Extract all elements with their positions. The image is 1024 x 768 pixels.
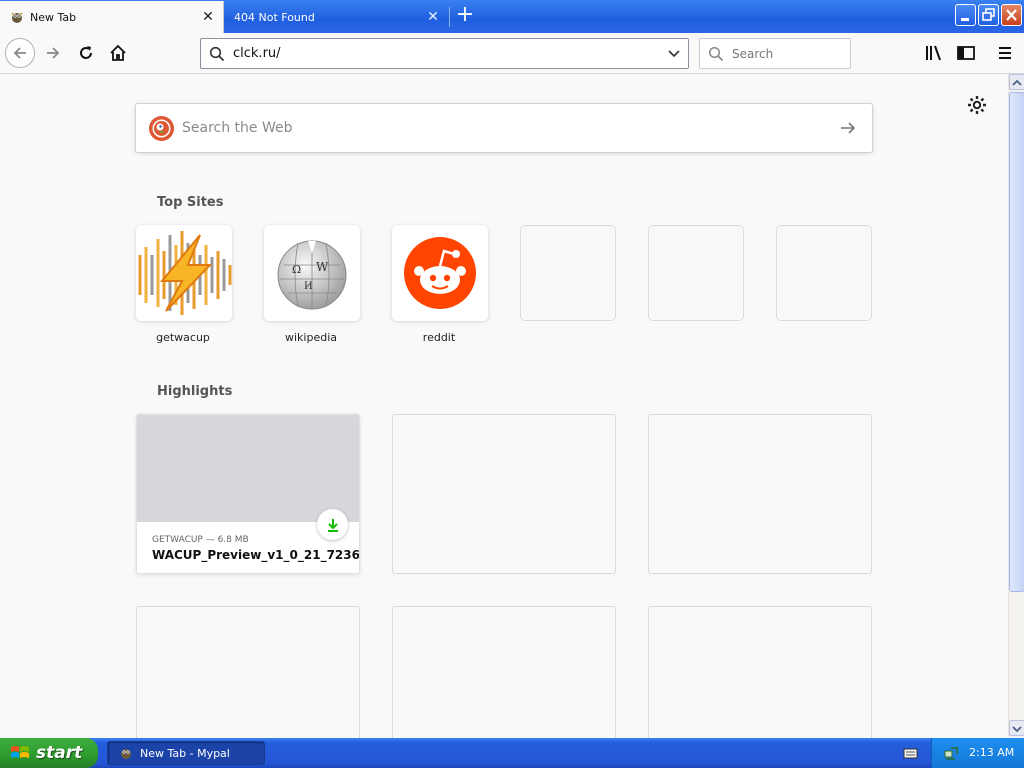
clock: 2:13 AM (969, 746, 1015, 759)
highlight-placeholder (136, 606, 360, 738)
highlight-placeholder (648, 414, 872, 574)
address-input[interactable]: clck.ru/ (233, 46, 281, 61)
new-tab-page: Search the Web Top Sites Ω W И getwacup … (0, 74, 1008, 738)
top-site-empty[interactable] (648, 225, 744, 321)
highlight-placeholder (392, 606, 616, 738)
network-icon[interactable] (943, 745, 959, 761)
download-badge (317, 509, 348, 540)
getwacup-logo (138, 231, 232, 315)
web-search-box[interactable]: Search the Web (135, 103, 873, 153)
system-tray: 2:13 AM (931, 738, 1024, 768)
sidebar-icon[interactable] (956, 43, 976, 63)
svg-text:W: W (316, 260, 329, 274)
taskbar-item-label: New Tab - Mypal (140, 746, 230, 760)
duckduckgo-icon (149, 116, 174, 141)
gear-icon[interactable] (966, 94, 988, 116)
tab-close-icon[interactable]: ✕ (426, 10, 440, 24)
reload-button[interactable] (72, 39, 100, 67)
download-icon (327, 518, 338, 532)
scroll-up-button[interactable] (1009, 74, 1024, 90)
arrow-right-icon[interactable] (838, 118, 858, 138)
reddit-logo (404, 237, 476, 309)
top-site-label: reddit (422, 331, 456, 344)
mypal-icon (121, 749, 131, 759)
tab-new-tab[interactable]: New Tab ✕ (0, 1, 224, 33)
search-input[interactable]: Search (732, 47, 773, 61)
chevron-down-icon[interactable] (666, 45, 682, 61)
tab-separator (449, 7, 450, 27)
tab-label: 404 Not Found (234, 10, 315, 24)
svg-text:И: И (304, 281, 313, 292)
keyboard-icon[interactable] (903, 746, 918, 760)
search-bar[interactable]: Search (699, 38, 851, 69)
top-site-label: getwacup (156, 331, 210, 344)
arrow-down-icon (1012, 726, 1022, 733)
highlight-thumbnail (137, 415, 359, 522)
top-site-empty[interactable] (520, 225, 616, 321)
top-site-reddit[interactable] (392, 225, 488, 321)
mypal-icon (9, 9, 25, 25)
start-button[interactable]: start (0, 738, 98, 768)
minimize-button[interactable] (955, 4, 976, 26)
start-label: start (36, 743, 83, 763)
reload-icon (80, 46, 92, 59)
navigation-toolbar: clck.ru/ Search (0, 33, 1024, 74)
vertical-scrollbar[interactable] (1008, 74, 1024, 738)
restore-button[interactable] (978, 4, 999, 26)
scroll-thumb[interactable] (1009, 92, 1024, 592)
top-site-wikipedia[interactable]: Ω W И (264, 225, 360, 321)
top-site-empty[interactable] (776, 225, 872, 321)
tab-label: New Tab (30, 10, 77, 24)
wikipedia-logo: Ω W И (277, 240, 347, 310)
highlight-placeholder (392, 414, 616, 574)
minimize-icon (961, 18, 969, 21)
highlight-title: WACUP_Preview_v1_0_21_7236.... (152, 548, 360, 562)
close-window-button[interactable] (1001, 4, 1022, 26)
web-search-input[interactable]: Search the Web (182, 120, 293, 136)
tab-404-not-found[interactable]: 404 Not Found ✕ (226, 1, 448, 33)
top-site-label: wikipedia (284, 331, 337, 344)
library-icon[interactable] (924, 43, 944, 63)
windows-flag-icon (11, 746, 29, 758)
restore-icon (982, 8, 995, 21)
svg-text:Ω: Ω (292, 263, 301, 276)
tab-close-icon[interactable]: ✕ (201, 10, 215, 24)
close-icon (1006, 9, 1017, 21)
forward-arrow-icon (47, 47, 60, 59)
arrow-up-icon (1012, 79, 1022, 86)
address-bar[interactable]: clck.ru/ (200, 38, 689, 69)
highlight-card[interactable]: GETWACUP — 6.8 MB WACUP_Preview_v1_0_21_… (136, 414, 360, 574)
hamburger-menu-icon[interactable] (995, 43, 1015, 63)
forward-button[interactable] (39, 39, 67, 67)
highlight-placeholder (648, 606, 872, 738)
top-sites-heading: Top Sites (157, 195, 224, 210)
highlights-heading: Highlights (157, 384, 233, 399)
taskbar-item-mypal[interactable]: New Tab - Mypal (107, 741, 265, 765)
title-bar: New Tab ✕ 404 Not Found ✕ + (0, 0, 1024, 33)
home-icon (110, 44, 126, 61)
back-button[interactable] (5, 38, 35, 68)
highlight-meta: GETWACUP — 6.8 MB (152, 535, 249, 545)
search-icon (209, 46, 225, 62)
home-button[interactable] (104, 39, 132, 67)
search-icon (708, 46, 724, 62)
scroll-down-button[interactable] (1009, 720, 1024, 736)
back-arrow-icon (13, 47, 26, 59)
new-tab-button[interactable]: + (454, 4, 476, 27)
taskbar: start New Tab - Mypal 2:13 AM (0, 738, 1024, 768)
top-site-getwacup[interactable] (136, 225, 232, 321)
